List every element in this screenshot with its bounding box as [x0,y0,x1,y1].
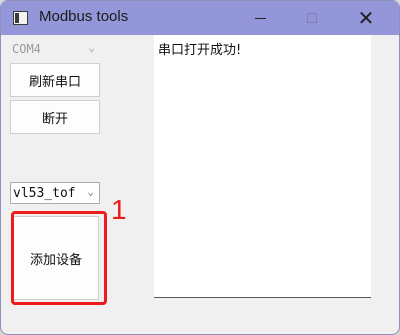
serial-port-value: COM4 [12,42,41,56]
annotation-highlight-box [11,211,107,305]
annotation-number: 1 [111,194,127,225]
app-window-icon [13,11,28,25]
minimize-button[interactable] [237,1,283,35]
log-line: 串口打开成功! [158,43,242,58]
window-title: Modbus tools [39,8,129,25]
close-button[interactable]: ✕ [343,1,389,35]
chevron-down-icon: ⌄ [88,41,95,54]
disconnect-button[interactable]: 断开 [10,100,100,134]
serial-port-select[interactable]: COM4 ⌄ [10,39,100,61]
app-window: Modbus tools ✕ COM4 ⌄ 刷新串口 断开 vl53_tof ⌄… [0,0,400,335]
log-output-area[interactable]: 串口打开成功! [154,35,371,298]
title-bar[interactable]: Modbus tools ✕ [1,1,399,35]
maximize-button[interactable] [289,1,335,35]
device-type-select[interactable]: vl53_tof ⌄ [10,182,100,204]
refresh-port-label: 刷新串口 [28,74,81,90]
close-icon: ✕ [357,6,375,30]
refresh-port-button[interactable]: 刷新串口 [10,63,100,97]
disconnect-label: 断开 [41,111,68,127]
minimize-icon [254,17,266,19]
maximize-icon [307,13,317,23]
device-type-value: vl53_tof [13,186,76,201]
chevron-down-icon: ⌄ [87,185,94,198]
